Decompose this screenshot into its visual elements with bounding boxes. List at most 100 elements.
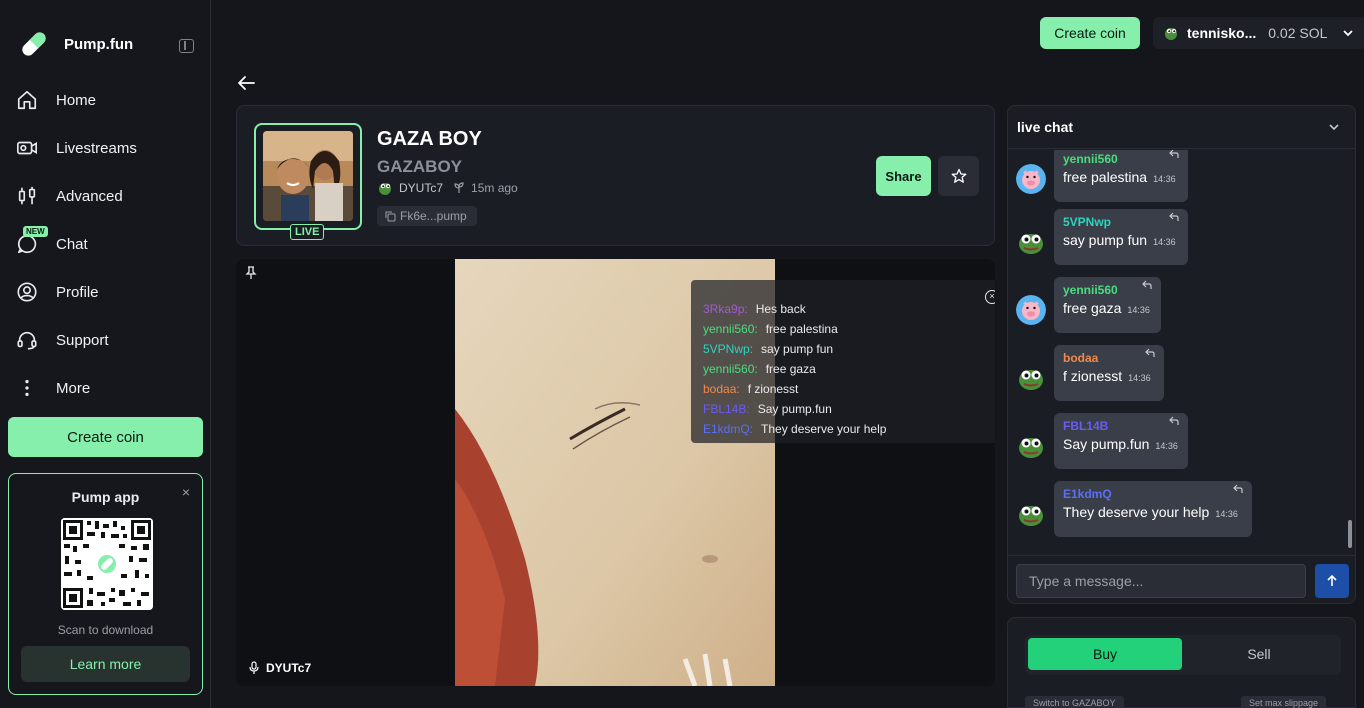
chat-text: Say pump.fun	[1063, 436, 1150, 452]
chat-username[interactable]: yennii560	[1063, 283, 1152, 297]
overlay-text: free gaza	[765, 362, 816, 376]
wallet-name: tennisko...	[1187, 25, 1257, 41]
chat-username[interactable]: bodaa	[1063, 351, 1155, 365]
nav-item-home[interactable]: Home	[16, 76, 202, 124]
overlay-text: say pump fun	[761, 342, 834, 356]
overlay-user: 5VPNwp:	[703, 342, 754, 356]
chat-header[interactable]: live chat	[1008, 106, 1355, 149]
user-avatar[interactable]	[1016, 295, 1046, 325]
overlay-text: Hes back	[755, 302, 806, 316]
nav-item-livestreams[interactable]: Livestreams	[16, 124, 202, 172]
new-badge: NEW	[23, 226, 48, 237]
favorite-button[interactable]	[938, 156, 979, 196]
chat-username[interactable]: 5VPNwp	[1063, 215, 1179, 229]
sell-tab[interactable]: Sell	[1182, 638, 1336, 670]
overlay-message: yennii560: free palestina	[703, 322, 983, 342]
share-button[interactable]: Share	[876, 156, 931, 196]
chat-time: 14:36	[1153, 174, 1176, 184]
reply-icon[interactable]	[1141, 279, 1153, 291]
wallet-balance: 0.02 SOL	[1268, 25, 1328, 41]
max-slippage-button[interactable]: Set max slippage	[1241, 696, 1327, 708]
overlay-user: yennii560:	[703, 362, 758, 376]
nav-label-profile: Profile	[56, 283, 99, 301]
user-avatar[interactable]	[1016, 431, 1046, 461]
contract-address-chip[interactable]: Fk6e...pump	[377, 206, 477, 226]
nav-label-advanced: Advanced	[56, 187, 123, 205]
collapse-sidebar-icon[interactable]	[179, 39, 194, 53]
live-badge: LIVE	[290, 224, 325, 240]
user-avatar[interactable]	[1016, 363, 1046, 393]
overlay-message: E1kdmQ: They deserve your help	[703, 422, 983, 442]
overlay-text: f zionesst	[747, 382, 799, 396]
learn-more-button[interactable]: Learn more	[21, 646, 190, 682]
close-overlay-icon[interactable]: ×	[985, 290, 995, 304]
nav-item-support[interactable]: Support	[16, 316, 202, 364]
chat-title: live chat	[1017, 119, 1074, 135]
chevron-down-icon[interactable]	[1327, 120, 1341, 134]
creator-name[interactable]: DYUTc7	[399, 181, 443, 195]
chat-username[interactable]: FBL14B	[1063, 419, 1179, 433]
chat-bubble: yennii560 free palestina 14:36	[1054, 150, 1188, 202]
contract-address: Fk6e...pump	[400, 209, 467, 223]
switch-token-button[interactable]: Switch to GAZABOY	[1025, 696, 1124, 708]
overlay-message: yennii560: free gaza	[703, 362, 983, 382]
reply-icon[interactable]	[1168, 415, 1180, 427]
back-arrow-icon[interactable]	[236, 74, 256, 92]
user-avatar[interactable]	[1016, 164, 1046, 194]
logo[interactable]: Pump.fun	[18, 28, 133, 60]
reply-icon[interactable]	[1168, 211, 1180, 223]
chat-bubble: bodaa f zionesst 14:36	[1054, 345, 1164, 401]
chat-bubble: 5VPNwp say pump fun 14:36	[1054, 209, 1188, 265]
send-button[interactable]	[1315, 564, 1349, 598]
chat-time: 14:36	[1215, 509, 1238, 519]
user-avatar[interactable]	[1016, 227, 1046, 257]
chevron-down-icon	[1343, 30, 1354, 37]
wallet-dropdown[interactable]: tennisko... 0.02 SOL	[1153, 17, 1364, 49]
sidebar-nav: Home Livestreams Advanced NEW Chat Profi…	[16, 76, 202, 412]
chat-bubble: yennii560 free gaza 14:36	[1054, 277, 1161, 333]
reply-icon[interactable]	[1232, 483, 1244, 495]
chat-text: free gaza	[1063, 300, 1122, 316]
token-avatar[interactable]: LIVE	[254, 123, 362, 240]
buy-tab[interactable]: Buy	[1028, 638, 1182, 670]
reply-icon[interactable]	[1144, 347, 1156, 359]
nav-item-profile[interactable]: Profile	[16, 268, 202, 316]
nav-label-livestreams: Livestreams	[56, 139, 137, 157]
token-ticker: GAZABOY	[377, 157, 462, 176]
pill-logo-icon	[22, 32, 46, 56]
qr-code	[61, 518, 153, 610]
header-create-coin-button[interactable]: Create coin	[1040, 17, 1140, 49]
nav-item-chat[interactable]: NEW Chat	[16, 220, 202, 268]
home-icon	[17, 90, 37, 110]
chat-bubble: E1kdmQ They deserve your help 14:36	[1054, 481, 1252, 537]
sprout-icon	[454, 182, 464, 193]
overlay-message: FBL14B: Say pump.fun	[703, 402, 983, 422]
chat-message: 5VPNwp say pump fun 14:36	[1016, 209, 1346, 269]
livestream-icon	[17, 141, 37, 155]
nav-label-home: Home	[56, 91, 97, 109]
nav-label-more: More	[56, 379, 91, 397]
stream-chat-overlay: 3Rka9p: Hes back yennii560: free palestina…	[691, 280, 995, 443]
user-avatar[interactable]	[1016, 499, 1046, 529]
overlay-user: bodaa:	[703, 382, 740, 396]
copy-icon	[385, 211, 396, 221]
livestream-video[interactable]: 3Rka9p: Hes back yennii560: free palestina…	[236, 259, 995, 686]
chat-username[interactable]: yennii560	[1063, 152, 1179, 166]
sidebar-create-coin-button[interactable]: Create coin	[8, 417, 203, 457]
overlay-text: They deserve your help	[761, 422, 887, 436]
chat-message-list[interactable]: yennii560 free palestina 14:36 5VPNwp say pu…	[1008, 150, 1355, 555]
chat-username[interactable]: E1kdmQ	[1063, 487, 1243, 501]
streamer-name: DYUTc7	[266, 661, 312, 675]
nav-item-advanced[interactable]: Advanced	[16, 172, 202, 220]
star-icon	[951, 168, 966, 183]
nav-item-more[interactable]: More	[16, 364, 202, 412]
sidebar: Pump.fun Home Livestreams Advanced NEW C…	[0, 0, 211, 708]
chat-message: FBL14B Say pump.fun 14:36	[1016, 413, 1346, 473]
reply-icon[interactable]	[1168, 150, 1180, 160]
chat-message-input[interactable]	[1016, 564, 1306, 598]
pin-icon[interactable]	[244, 266, 258, 280]
token-age: 15m ago	[471, 181, 518, 195]
chat-scrollbar[interactable]	[1348, 520, 1352, 548]
app-card-close-icon[interactable]: ×	[182, 484, 190, 500]
chat-message: yennii560 free gaza 14:36	[1016, 277, 1346, 337]
